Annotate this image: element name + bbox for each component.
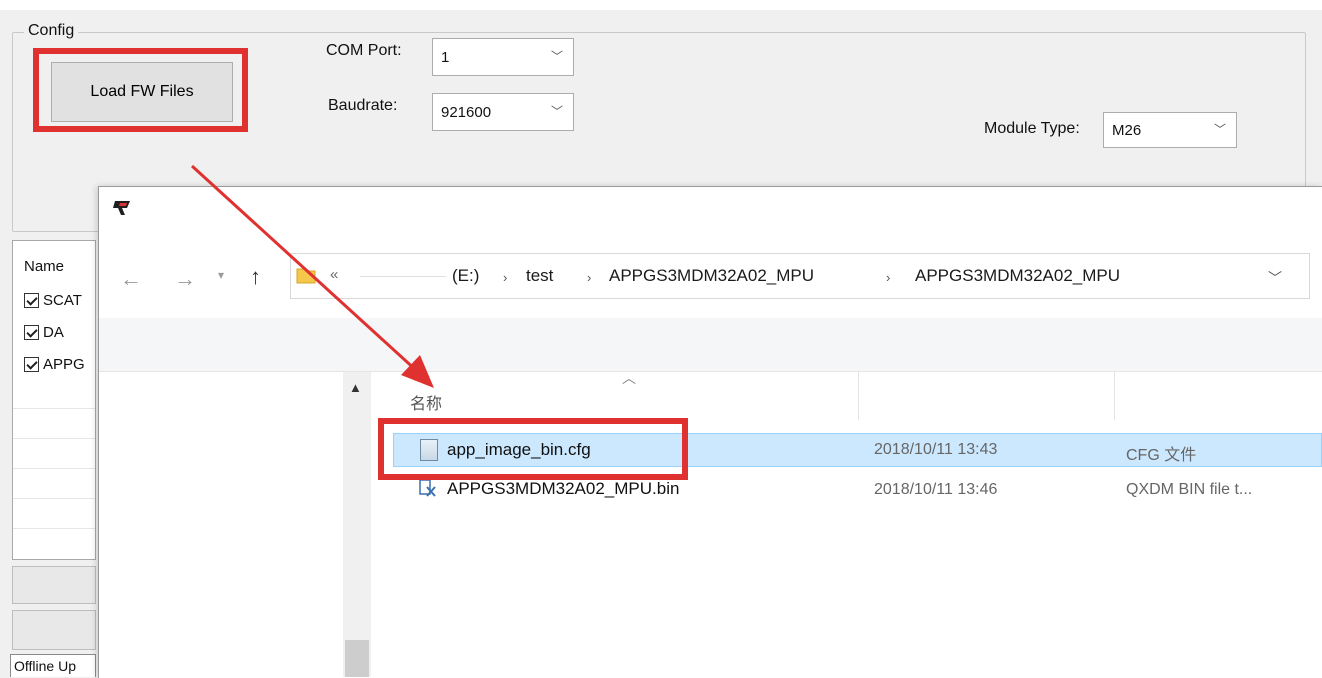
com-port-label: COM Port: <box>326 42 402 59</box>
list-item[interactable]: APPG <box>24 356 85 373</box>
sort-ascending-icon: ︿ <box>622 370 636 386</box>
back-arrow-icon[interactable]: ← <box>120 266 142 292</box>
list-row-divider <box>13 408 95 409</box>
side-action-button[interactable] <box>12 566 96 604</box>
scroll-up-icon[interactable]: ▲ <box>349 380 362 395</box>
column-header-name[interactable]: 名称 <box>410 390 442 414</box>
dialog-command-bar <box>99 318 1322 371</box>
checkbox-checked[interactable] <box>24 293 39 308</box>
up-arrow-icon[interactable]: ↑ <box>250 264 261 290</box>
list-item-label: APPG <box>43 356 85 373</box>
list-item[interactable]: SCAT <box>24 292 82 309</box>
file-date: 2018/10/11 13:46 <box>874 481 998 498</box>
com-port-value: 1 <box>441 48 450 66</box>
divider <box>99 371 1322 372</box>
list-item[interactable]: DA <box>24 324 64 341</box>
breadcrumb-test[interactable]: test <box>526 266 553 286</box>
baudrate-select[interactable]: 921600 ﹀ <box>432 93 574 131</box>
list-header-name: Name <box>24 258 65 275</box>
file-type: QXDM BIN file t... <box>1126 481 1253 498</box>
chevron-down-icon: ﹀ <box>1213 122 1226 137</box>
module-type-value: M26 <box>1112 121 1142 139</box>
tab-offline-upgrade[interactable]: Offline Up <box>10 654 96 677</box>
file-date: 2018/10/11 13:43 <box>874 441 998 458</box>
folder-icon <box>296 268 316 284</box>
breadcrumb-overflow[interactable]: « <box>330 266 338 283</box>
nav-pane-scrollbar[interactable] <box>343 372 371 677</box>
highlight-box-load-button <box>33 48 248 132</box>
forward-arrow-icon[interactable]: → <box>174 266 196 292</box>
app-logo-icon <box>113 201 130 215</box>
breadcrumb-separator: › <box>886 270 891 285</box>
recent-dropdown-icon[interactable]: ▾ <box>218 268 224 282</box>
fw-file-list <box>12 240 96 560</box>
config-group-label: Config <box>24 22 79 40</box>
breadcrumb-folder-1[interactable]: APPGS3MDM32A02_MPU <box>609 266 814 286</box>
breadcrumb-separator: › <box>587 270 592 285</box>
highlight-box-cfg-file <box>378 418 688 480</box>
breadcrumb-separator: › <box>503 270 508 285</box>
baudrate-label: Baudrate: <box>328 97 398 114</box>
column-divider <box>1114 372 1115 420</box>
scrollbar-thumb[interactable] <box>345 640 369 677</box>
column-divider <box>858 372 859 420</box>
module-type-label: Module Type: <box>984 120 1080 137</box>
chevron-down-icon[interactable]: ﹀ <box>1268 268 1282 288</box>
chevron-down-icon: ﹀ <box>550 49 563 64</box>
checkbox-checked[interactable] <box>24 357 39 372</box>
list-row-divider <box>13 438 95 439</box>
bin-file-icon <box>419 479 436 497</box>
list-item-label: SCAT <box>43 292 82 309</box>
blurred-drive-label <box>360 276 446 277</box>
module-type-select[interactable]: M26 ﹀ <box>1103 112 1237 148</box>
breadcrumb-folder-2[interactable]: APPGS3MDM32A02_MPU <box>915 266 1120 286</box>
checkbox-checked[interactable] <box>24 325 39 340</box>
list-row-divider <box>13 468 95 469</box>
file-type: CFG 文件 <box>1126 447 1197 464</box>
chevron-down-icon: ﹀ <box>550 104 563 119</box>
breadcrumb-drive[interactable]: (E:) <box>452 266 479 286</box>
side-action-button[interactable] <box>12 610 96 650</box>
list-item-label: DA <box>43 324 64 341</box>
list-row-divider <box>13 528 95 529</box>
file-name[interactable]: APPGS3MDM32A02_MPU.bin <box>447 479 679 499</box>
baudrate-value: 921600 <box>441 103 492 121</box>
list-row-divider <box>13 498 95 499</box>
com-port-select[interactable]: 1 ﹀ <box>432 38 574 76</box>
window-top-strip <box>0 0 1322 10</box>
